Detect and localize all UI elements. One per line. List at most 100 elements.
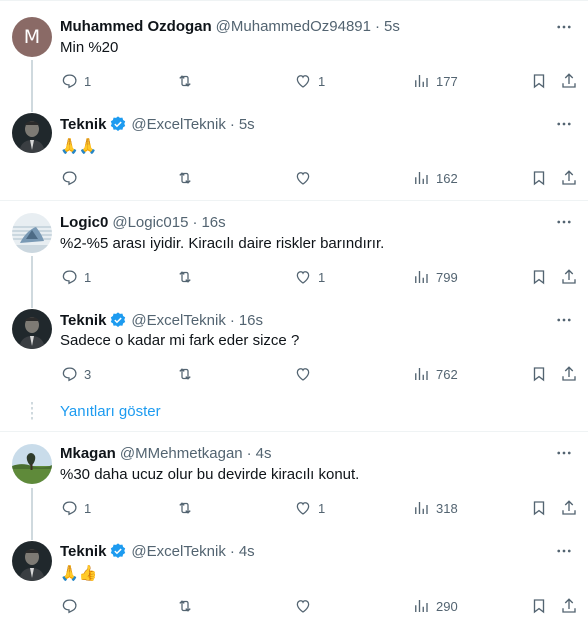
more-button[interactable] [554,114,574,134]
avatar[interactable] [12,113,52,153]
thread-line [31,256,33,308]
reply-button[interactable] [60,168,84,188]
share-button[interactable] [560,168,578,188]
tweet-header: Muhammed Ozdogan @MuhammedOz94891 · 5s [60,16,400,36]
timestamp[interactable]: 5s [239,116,255,133]
bookmark-button[interactable] [530,364,548,384]
user-handle[interactable]: @MuhammedOz94891 [216,18,371,35]
user-handle[interactable]: @Logic015 [112,214,188,231]
bookmark-button[interactable] [530,596,548,616]
views-icon [415,271,428,283]
share-button[interactable] [560,71,578,91]
avatar[interactable] [12,541,52,581]
retweet-icon [179,271,191,283]
reply-button[interactable]: 1 [60,498,91,518]
separator-dot: · [229,311,235,329]
views-button[interactable]: 290 [412,596,458,616]
reply-button[interactable]: 1 [60,71,91,91]
share-button[interactable] [560,364,578,384]
more-button[interactable] [554,310,574,330]
more-button[interactable] [554,212,574,232]
retweet-button[interactable] [176,168,194,188]
share-button[interactable] [560,498,578,518]
avatar[interactable] [12,213,52,253]
display-name[interactable]: Teknik [60,543,106,560]
separator-dot: · [374,17,380,35]
avatar[interactable]: M [12,17,52,57]
display-name[interactable]: Teknik [60,116,106,133]
user-handle[interactable]: @MMehmetkagan [120,445,243,462]
timestamp[interactable]: 4s [239,543,255,560]
reply-icon [62,367,77,382]
separator-dot: · [229,115,235,133]
show-replies-link[interactable]: Yanıtları göster [60,403,161,420]
show-replies-row[interactable]: Yanıtları göster [0,401,588,423]
user-handle[interactable]: @ExcelTeknik [131,312,225,329]
display-name[interactable]: Teknik [60,312,106,329]
bookmark-button[interactable] [530,71,548,91]
action-bar: 1 1 799 [60,267,580,287]
views-button[interactable]: 177 [412,71,458,91]
timestamp[interactable]: 16s [239,312,263,329]
share-button[interactable] [560,596,578,616]
display-name[interactable]: Mkagan [60,445,116,462]
reply-button[interactable] [60,596,84,616]
user-handle[interactable]: @ExcelTeknik [131,116,225,133]
user-handle[interactable]: @ExcelTeknik [131,543,225,560]
retweet-button[interactable] [176,267,194,287]
top-border [0,0,588,1]
profile-photo [12,213,52,253]
retweet-button[interactable] [176,71,194,91]
separator-dot: · [192,213,198,231]
like-button[interactable]: 1 [294,71,325,91]
tweet-text: %30 daha ucuz olur bu devirde kiracılı k… [60,466,360,483]
view-count: 177 [436,73,458,89]
thread-line [31,60,33,112]
like-icon [296,172,310,185]
retweet-button[interactable] [176,596,194,616]
like-button[interactable] [294,364,312,384]
reply-icon [62,599,77,614]
avatar[interactable] [12,444,52,484]
action-bar: 1 1 318 [60,498,580,518]
more-icon [557,451,571,455]
reply-button[interactable]: 1 [60,267,91,287]
tweet-separator [0,431,588,432]
like-button[interactable]: 1 [294,498,325,518]
action-bar: 1 1 177 [60,71,580,91]
bookmark-button[interactable] [530,168,548,188]
timestamp[interactable]: 16s [201,214,225,231]
views-button[interactable]: 162 [412,168,458,188]
display-name[interactable]: Logic0 [60,214,108,231]
more-button[interactable] [554,541,574,561]
bookmark-button[interactable] [530,498,548,518]
tweet-header: Logic0 @Logic015 · 16s [60,212,226,232]
views-button[interactable]: 799 [412,267,458,287]
like-button[interactable] [294,596,312,616]
like-button[interactable] [294,168,312,188]
reply-button[interactable]: 3 [60,364,91,384]
display-name[interactable]: Muhammed Ozdogan [60,18,212,35]
views-button[interactable]: 318 [412,498,458,518]
more-button[interactable] [554,17,574,37]
bookmark-icon [533,599,545,614]
tweet-text: Sadece o kadar mi fark eder sizce ? [60,332,300,349]
more-icon [557,318,571,322]
like-icon [296,271,310,284]
retweet-button[interactable] [176,364,194,384]
bookmark-button[interactable] [530,267,548,287]
timestamp[interactable]: 5s [384,18,400,35]
like-button[interactable]: 1 [294,267,325,287]
tweet-header: Teknik @ExcelTeknik · 5s [60,114,255,134]
retweet-icon [179,368,191,380]
share-icon [562,170,576,185]
profile-photo [12,309,52,349]
timestamp[interactable]: 4s [256,445,272,462]
reply-count: 1 [84,73,92,89]
share-button[interactable] [560,267,578,287]
avatar[interactable] [12,309,52,349]
retweet-button[interactable] [176,498,194,518]
views-button[interactable]: 762 [412,364,458,384]
bookmark-icon [533,501,545,516]
more-button[interactable] [554,443,574,463]
